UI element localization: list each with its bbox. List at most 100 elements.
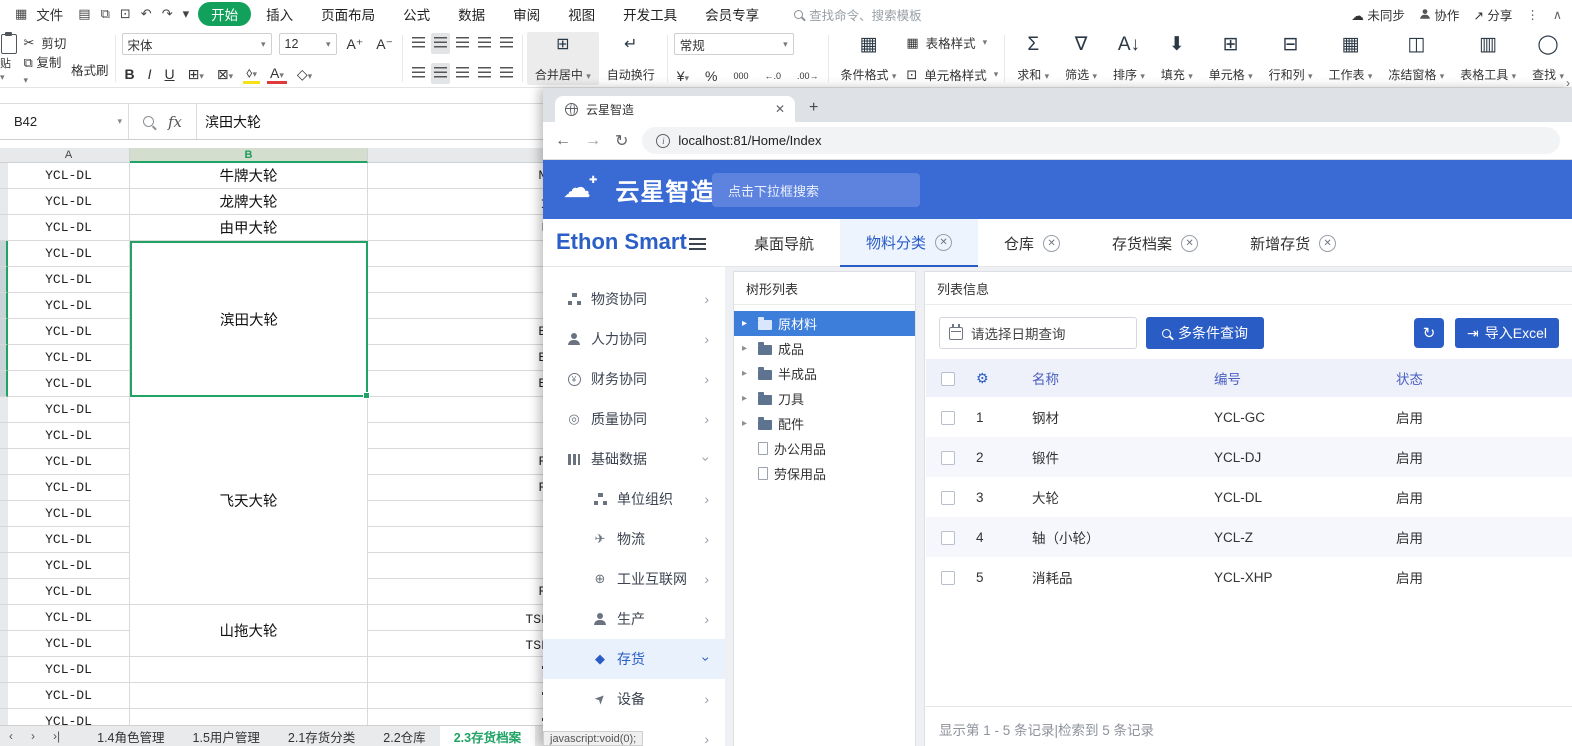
- row-checkbox[interactable]: [941, 531, 955, 545]
- decrease-indent-icon[interactable]: [475, 33, 494, 54]
- column-header-状态[interactable]: 状态: [1390, 359, 1572, 397]
- 单元格-button[interactable]: ⊞单元格 ▾: [1201, 32, 1261, 85]
- table-row[interactable]: 3大轮YCL-DL启用: [926, 477, 1572, 517]
- tree-item-半成品[interactable]: ▸半成品: [734, 361, 915, 386]
- sidebar-toggle-icon[interactable]: [689, 238, 706, 250]
- menu-tab-公式[interactable]: 公式: [390, 2, 443, 26]
- more-icon[interactable]: ▾: [178, 6, 195, 21]
- cell-c[interactable]: FT: [368, 449, 558, 475]
- justify-icon[interactable]: [475, 63, 494, 84]
- tab-close-circle-icon[interactable]: ✕: [935, 234, 952, 251]
- cell-a[interactable]: YCL-DL: [8, 267, 130, 293]
- header-checkbox[interactable]: [941, 372, 955, 386]
- cell-b[interactable]: [130, 683, 368, 709]
- font-name-select[interactable]: 宋体▾: [122, 33, 272, 55]
- table-style-button[interactable]: ▦表格样式▾: [906, 33, 998, 52]
- row-header[interactable]: [0, 189, 8, 215]
- row-header[interactable]: [0, 475, 8, 501]
- font-color-button[interactable]: A▾: [267, 65, 287, 84]
- workspace-tab-物料分类[interactable]: 物料分类✕: [840, 219, 978, 267]
- 求和-button[interactable]: Σ求和 ▾: [1009, 32, 1057, 85]
- merge-center-button[interactable]: ⊞ 合并居中 ▾: [527, 32, 599, 85]
- cell-a[interactable]: YCL-DL: [8, 527, 130, 553]
- sheet-tab-1.5用户管理[interactable]: 1.5用户管理: [179, 726, 274, 746]
- tree-item-配件[interactable]: ▸配件: [734, 411, 915, 436]
- row-header[interactable]: [0, 553, 8, 579]
- workspace-tab-仓库[interactable]: 仓库✕: [978, 219, 1086, 267]
- format-painter-button[interactable]: 格式刷: [71, 60, 109, 79]
- collaborate-button[interactable]: 协作: [1419, 5, 1460, 24]
- select-all-corner[interactable]: [0, 148, 8, 163]
- row-header[interactable]: [0, 631, 8, 657]
- menu-tab-会员专享[interactable]: 会员专享: [692, 2, 772, 26]
- row-header[interactable]: [0, 579, 8, 605]
- more-menu-icon[interactable]: ⋮: [1526, 7, 1539, 22]
- paste-button[interactable]: 贴 ▾: [0, 32, 21, 85]
- cell-c[interactable]: F: [368, 423, 558, 449]
- selected-cell[interactable]: 滨田大轮: [130, 241, 368, 397]
- output-icon[interactable]: ⧉: [96, 6, 115, 21]
- command-search[interactable]: 查找命令、搜索模板: [794, 5, 922, 24]
- increase-indent-icon[interactable]: [497, 33, 516, 54]
- column-header-a[interactable]: A: [8, 148, 130, 163]
- 冻结窗格-button[interactable]: ◫冻结窗格 ▾: [1380, 32, 1452, 85]
- tab-close-circle-icon[interactable]: ✕: [1043, 235, 1060, 252]
- site-info-icon[interactable]: i: [656, 134, 670, 148]
- ribbon-expander-icon[interactable]: ›: [1566, 76, 1570, 88]
- table-row[interactable]: 1钢材YCL-GC启用: [926, 397, 1572, 437]
- table-row[interactable]: 4轴（小轮）YCL-Z启用: [926, 517, 1572, 557]
- borders-button[interactable]: ⊞▾: [185, 66, 207, 83]
- cell-c[interactable]: B: [368, 293, 558, 319]
- table-row[interactable]: 5消耗品YCL-XHP启用: [926, 557, 1572, 597]
- cell-a[interactable]: YCL-DL: [8, 215, 130, 241]
- fill-color-button[interactable]: ⬨▾: [243, 64, 260, 84]
- sheet-tab-2.1存货分类[interactable]: 2.1存货分类: [274, 726, 369, 746]
- thousands-icon[interactable]: 000: [730, 71, 751, 81]
- tree-item-办公用品[interactable]: 办公用品: [734, 436, 915, 461]
- tree-item-成品[interactable]: ▸成品: [734, 336, 915, 361]
- browser-tab[interactable]: 云星智造 ✕: [555, 96, 795, 122]
- menu-tab-页面布局[interactable]: 页面布局: [308, 2, 388, 26]
- row-checkbox[interactable]: [941, 411, 955, 425]
- menu-tab-审阅[interactable]: 审阅: [500, 2, 553, 26]
- cell-name-box[interactable]: B42 ▾: [0, 104, 128, 139]
- cell-a[interactable]: YCL-DL: [8, 449, 130, 475]
- row-header[interactable]: [0, 423, 8, 449]
- cell-a[interactable]: YCL-DL: [8, 163, 130, 189]
- 工作表-button[interactable]: ▦工作表 ▾: [1321, 32, 1381, 85]
- cell-b[interactable]: 山拖大轮: [130, 605, 368, 657]
- column-header-编号[interactable]: 编号: [1208, 359, 1390, 397]
- workspace-tab-存货档案[interactable]: 存货档案✕: [1086, 219, 1224, 267]
- cell-c[interactable]: BB: [368, 319, 558, 345]
- cell-b[interactable]: 由甲大轮: [130, 215, 368, 241]
- cell-c[interactable]: 甲: [368, 215, 558, 241]
- cell-c[interactable]: B: [368, 267, 558, 293]
- tab-close-circle-icon[interactable]: ✕: [1319, 235, 1336, 252]
- row-checkbox[interactable]: [941, 491, 955, 505]
- align-bottom-icon[interactable]: [453, 33, 472, 54]
- file-menu[interactable]: ▦ 文件: [10, 4, 63, 24]
- row-header[interactable]: [0, 605, 8, 631]
- cell-style-button[interactable]: ⊡单元格样式▾: [906, 65, 998, 84]
- 行和列-button[interactable]: ⊟行和列 ▾: [1261, 32, 1321, 85]
- cell-b[interactable]: 龙牌大轮: [130, 189, 368, 215]
- increase-decimal-icon[interactable]: ←.0: [762, 71, 785, 81]
- cell-c[interactable]: F: [368, 397, 558, 423]
- multi-condition-query-button[interactable]: 多条件查询: [1146, 317, 1264, 349]
- ethon-smart-logo[interactable]: Ethon Smart: [556, 229, 687, 255]
- row-checkbox[interactable]: [941, 571, 955, 585]
- row-header[interactable]: [0, 527, 8, 553]
- 筛选-button[interactable]: ∇筛选 ▾: [1057, 32, 1105, 85]
- cell-c[interactable]: TS山: [368, 605, 558, 631]
- align-top-icon[interactable]: [409, 33, 428, 54]
- increase-font-icon[interactable]: A⁺: [344, 36, 367, 53]
- sheet-tab-2.3存货档案[interactable]: 2.3存货档案: [440, 726, 535, 746]
- font-size-select[interactable]: 12▾: [279, 33, 337, 55]
- row-header[interactable]: [0, 241, 8, 267]
- sidebar-item-物资协同[interactable]: 物资协同›: [543, 279, 725, 319]
- distribute-icon[interactable]: [497, 63, 516, 84]
- cell-c[interactable]: F: [368, 553, 558, 579]
- cell-c[interactable]: BT: [368, 371, 558, 397]
- cell-a[interactable]: YCL-DL: [8, 423, 130, 449]
- row-header[interactable]: [0, 657, 8, 683]
